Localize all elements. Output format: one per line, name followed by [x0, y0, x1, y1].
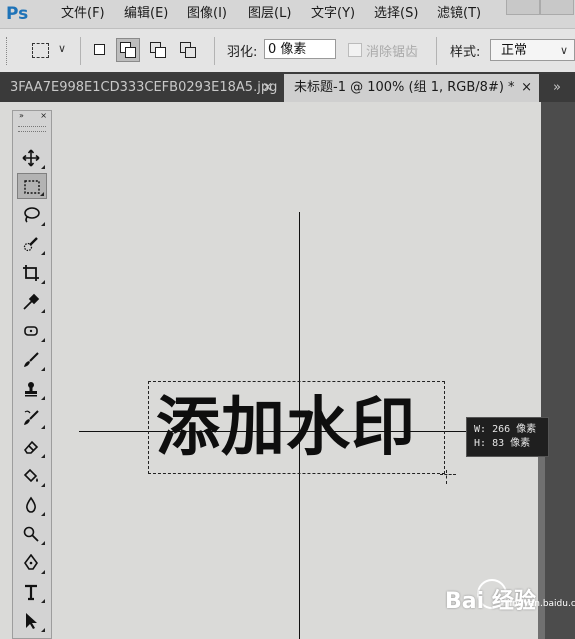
- tab-label: 未标题-1 @ 100% (组 1, RGB/8#) *: [294, 80, 515, 95]
- document-canvas[interactable]: [0, 102, 541, 639]
- brush-icon: [24, 352, 39, 367]
- chevron-down-icon: ∨: [58, 42, 67, 55]
- tools-panel-header[interactable]: » ×: [13, 111, 51, 121]
- menu-edit[interactable]: 编辑(E): [124, 0, 168, 28]
- new-selection-button[interactable]: [88, 38, 112, 62]
- antialias-checkbox: [348, 43, 362, 57]
- tool-path-selection[interactable]: [17, 608, 47, 634]
- document-tab-bar: 3FAA7E998E1CD333CEFB0293E18A5.jpg × 未标题-…: [0, 72, 575, 102]
- menu-select[interactable]: 选择(S): [374, 0, 418, 28]
- menu-filter[interactable]: 滤镜(T): [437, 0, 481, 28]
- close-icon[interactable]: ×: [521, 74, 532, 102]
- style-select[interactable]: 正常 ∨: [490, 39, 575, 61]
- chevron-down-icon: ∨: [559, 44, 568, 57]
- tab-document-jpg[interactable]: 3FAA7E998E1CD333CEFB0293E18A5.jpg ×: [0, 74, 280, 102]
- panel-grip[interactable]: [18, 126, 46, 132]
- photoshop-logo: Ps: [6, 4, 29, 24]
- tools-panel: » ×: [12, 110, 52, 639]
- options-bar: ∨ 羽化: 0 像素 消除锯齿 样式: 正常 ∨: [0, 28, 575, 73]
- clone-stamp-icon: [25, 382, 37, 397]
- eraser-icon: [23, 440, 39, 454]
- rectangular-marquee-preset-icon: [32, 43, 49, 58]
- tab-untitled-1[interactable]: 未标题-1 @ 100% (组 1, RGB/8#) * ×: [284, 74, 539, 102]
- style-value: 正常: [501, 43, 528, 58]
- type-icon: [25, 584, 37, 601]
- tab-overflow-button[interactable]: »: [539, 74, 575, 102]
- vertical-scroll-track[interactable]: [541, 102, 575, 639]
- subtract-from-selection-button[interactable]: [146, 38, 170, 62]
- watermark-url: jingyan.baidu.com: [507, 599, 575, 609]
- tool-spot-healing[interactable]: [17, 318, 47, 344]
- add-to-selection-button[interactable]: [116, 38, 140, 62]
- tool-eraser[interactable]: [17, 434, 47, 460]
- separator: [436, 37, 437, 65]
- selection-cursor-v: [446, 470, 448, 484]
- tool-brush[interactable]: [17, 347, 47, 373]
- tool-eyedropper[interactable]: [17, 289, 47, 315]
- height-value: 83 像素: [492, 438, 531, 449]
- options-bar-grip[interactable]: [6, 37, 10, 65]
- minimize-button[interactable]: [506, 0, 540, 15]
- baidu-jingyan-watermark: Bai 经验 jingyan.baidu.com: [445, 575, 575, 619]
- width-label: W:: [474, 424, 487, 435]
- style-label: 样式:: [450, 45, 481, 60]
- crop-icon: [23, 265, 39, 281]
- history-brush-icon: [24, 410, 39, 425]
- menu-image[interactable]: 图像(I): [187, 0, 227, 28]
- tool-dodge[interactable]: [17, 521, 47, 547]
- maximize-button[interactable]: [540, 0, 574, 15]
- tool-blur[interactable]: [17, 492, 47, 518]
- move-icon: [22, 149, 40, 167]
- tool-preset-picker[interactable]: ∨: [28, 39, 72, 61]
- tool-quick-selection[interactable]: [17, 231, 47, 257]
- new-selection-icon: [94, 44, 105, 55]
- tool-clone-stamp[interactable]: [17, 376, 47, 402]
- separator: [214, 37, 215, 65]
- antialias-label: 消除锯齿: [366, 45, 419, 60]
- paint-bucket-icon: [23, 468, 38, 483]
- pen-icon: [24, 554, 38, 570]
- separator: [80, 37, 81, 65]
- close-icon[interactable]: ×: [262, 74, 273, 102]
- tool-pen[interactable]: [17, 550, 47, 576]
- intersect-selection-button[interactable]: [176, 38, 200, 62]
- menu-file[interactable]: 文件(F): [61, 0, 105, 28]
- menu-type[interactable]: 文字(Y): [311, 0, 355, 28]
- width-value: 266 像素: [492, 424, 537, 435]
- menu-layer[interactable]: 图层(L): [248, 0, 291, 28]
- close-icon[interactable]: ×: [40, 111, 47, 120]
- feather-label: 羽化:: [227, 45, 258, 60]
- blur-icon: [26, 496, 36, 513]
- lasso-icon: [24, 207, 40, 223]
- eyedropper-icon: [23, 293, 40, 310]
- height-label: H:: [474, 438, 487, 449]
- rectangular-marquee-icon: [24, 180, 40, 194]
- tab-label: 3FAA7E998E1CD333CEFB0293E18A5.jpg: [10, 80, 278, 95]
- tool-history-brush[interactable]: [17, 405, 47, 431]
- feather-input[interactable]: 0 像素: [264, 39, 336, 59]
- path-selection-icon: [26, 613, 37, 629]
- quick-selection-icon: [23, 237, 38, 252]
- selection-dimensions-tooltip: W: 266 像素 H: 83 像素: [466, 417, 549, 457]
- tool-type[interactable]: [17, 579, 47, 605]
- selection-cursor-h: [440, 474, 456, 476]
- tool-lasso[interactable]: [17, 202, 47, 228]
- tool-move[interactable]: [17, 145, 47, 171]
- spot-healing-icon: [24, 326, 38, 336]
- tool-paint-bucket[interactable]: [17, 463, 47, 489]
- marquee-selection[interactable]: [148, 381, 445, 474]
- tool-crop[interactable]: [17, 260, 47, 286]
- menu-bar: Ps 文件(F) 编辑(E) 图像(I) 图层(L) 文字(Y) 选择(S) 滤…: [0, 0, 575, 28]
- expand-panel-icon[interactable]: »: [19, 111, 24, 120]
- tool-rectangular-marquee[interactable]: [17, 173, 47, 199]
- dodge-icon: [23, 526, 39, 542]
